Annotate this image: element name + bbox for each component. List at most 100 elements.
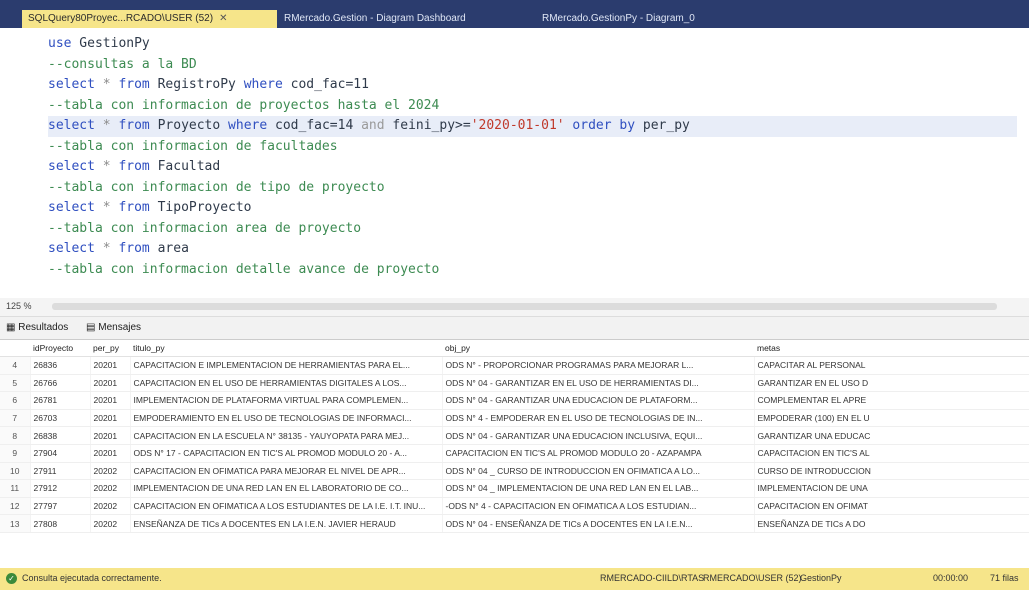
table-cell[interactable]: 26703 [30,409,91,428]
row-number[interactable]: 8 [0,426,31,445]
code-line[interactable]: --consultas a la BD [48,55,1017,76]
column-header[interactable]: idProyecto [30,340,90,357]
table-cell[interactable]: ODS N° 04 - GARANTIZAR EN EL USO DE HERR… [442,374,755,393]
table-row[interactable]: 6 26781 20201 IMPLEMENTACION DE PLATAFORMA … [0,391,1029,410]
table-cell[interactable]: 20202 [90,497,131,516]
tab-sql-query[interactable]: SQLQuery80Proyec...RCADO\USER (52) ✕ [22,10,277,28]
table-cell[interactable]: ENSEÑANZA DE TICs A DO [754,514,1029,533]
table-cell[interactable]: -ODS N° 4 - CAPACITACION EN OFIMATICA A … [442,497,755,516]
table-cell[interactable]: CAPACITACION EN OFIMATICA PARA MEJORAR E… [130,462,443,481]
table-cell[interactable]: ODS N° 04 - ENSEÑANZA DE TICs A DOCENTES… [442,514,755,533]
tab-messages[interactable]: ▤ Mensajes [86,321,141,335]
row-number[interactable]: 12 [0,497,31,516]
table-cell[interactable]: ODS N° 4 - EMPODERAR EN EL USO DE TECNOL… [442,409,755,428]
table-cell[interactable]: ENSEÑANZA DE TICs A DOCENTES EN LA I.E.N… [130,514,443,533]
table-cell[interactable]: 26781 [30,391,91,410]
code-line[interactable]: select * from Facultad [48,157,1017,178]
table-cell[interactable]: 20201 [90,426,131,445]
table-cell[interactable]: ODS N° 04 _ CURSO DE INTRODUCCION EN OFI… [442,462,755,481]
column-header[interactable]: per_py [90,340,130,357]
close-icon[interactable]: ✕ [219,13,227,24]
table-cell[interactable]: CAPACITACION EN OFIMATICA A LOS ESTUDIAN… [130,497,443,516]
table-row[interactable]: 5 26766 20201 CAPACITACION EN EL USO DE HER… [0,374,1029,393]
table-cell[interactable]: COMPLEMENTAR EL APRE [754,391,1029,410]
code-line[interactable]: use GestionPy [48,34,1017,55]
table-cell[interactable]: IMPLEMENTACION DE UNA RED LAN EN EL LABO… [130,479,443,498]
results-grid[interactable]: idProyecto per_py titulo_py obj_py metas 4 26… [0,340,1029,568]
tab-results[interactable]: ▦ Resultados [6,321,68,335]
table-row[interactable]: 12 27797 20202 CAPACITACION EN OFIMATICA A … [0,497,1029,516]
code-line[interactable]: --tabla con informacion area de proyecto [48,219,1017,240]
table-cell[interactable]: 27911 [30,462,91,481]
table-cell[interactable]: 26836 [30,356,91,375]
row-number[interactable]: 9 [0,444,31,463]
table-cell[interactable]: ODS N° 04 _ IMPLEMENTACION DE UNA RED LA… [442,479,755,498]
query-editor[interactable]: use GestionPy --consultas a la BD select *… [0,28,1029,299]
table-cell[interactable]: 27904 [30,444,91,463]
table-cell[interactable]: EMPODERAR (100) EN EL U [754,409,1029,428]
table-cell[interactable]: ODS N° 04 - GARANTIZAR UNA EDUCACION INC… [442,426,755,445]
row-number[interactable]: 4 [0,356,31,375]
table-row[interactable]: 9 27904 20201 ODS N° 17 - CAPACITACION EN T… [0,444,1029,463]
table-cell[interactable]: CAPACITACION EN TIC'S AL PROMOD MODULO 2… [442,444,755,463]
table-cell[interactable]: CAPACITACION E IMPLEMENTACION DE HERRAMI… [130,356,443,375]
code-line[interactable]: --tabla con informacion de proyectos has… [48,96,1017,117]
table-cell[interactable]: CURSO DE INTRODUCCION [754,462,1029,481]
code-line[interactable]: --tabla con informacion de facultades [48,137,1017,158]
column-header[interactable]: metas [754,340,1029,357]
table-cell[interactable]: IMPLEMENTACION DE PLATAFORMA VIRTUAL PAR… [130,391,443,410]
table-cell[interactable]: ODS N° - PROPORCIONAR PROGRAMAS PARA MEJ… [442,356,755,375]
horizontal-scrollbar[interactable] [52,303,997,310]
table-cell[interactable]: GARANTIZAR EN EL USO D [754,374,1029,393]
table-cell[interactable]: 27808 [30,514,91,533]
code-line[interactable]: --tabla con informacion detalle avance d… [48,260,1017,281]
row-number[interactable]: 7 [0,409,31,428]
table-row[interactable]: 4 26836 20201 CAPACITACION E IMPLEMENTACION… [0,356,1029,375]
table-cell[interactable]: CAPACITACION EN EL USO DE HERRAMIENTAS D… [130,374,443,393]
code-line[interactable]: select * from area [48,239,1017,260]
table-row[interactable]: 7 26703 20201 EMPODERAMIENTO EN EL USO DE T… [0,409,1029,428]
table-cell[interactable]: GARANTIZAR UNA EDUCAC [754,426,1029,445]
code-line[interactable]: select * from TipoProyecto [48,198,1017,219]
row-number[interactable]: 10 [0,462,31,481]
table-cell[interactable]: 20201 [90,356,131,375]
table-cell[interactable]: CAPACITAR AL PERSONAL [754,356,1029,375]
table-cell[interactable]: 20201 [90,409,131,428]
table-cell[interactable]: EMPODERAMIENTO EN EL USO DE TECNOLOGIAS … [130,409,443,428]
row-number[interactable]: 6 [0,391,31,410]
table-cell[interactable]: 20202 [90,462,131,481]
table-cell[interactable]: 20201 [90,444,131,463]
table-cell[interactable]: 20202 [90,514,131,533]
tab-diagram-dashboard[interactable]: RMercado.Gestion - Diagram Dashboard [278,10,528,28]
code-area[interactable]: use GestionPy --consultas a la BD select *… [48,34,1017,280]
row-number[interactable]: 5 [0,374,31,393]
table-cell[interactable]: CAPACITACION EN LA ESCUELA N° 38135 - YA… [130,426,443,445]
table-cell[interactable]: CAPACITACION EN OFIMAT [754,497,1029,516]
code-line[interactable]: --tabla con informacion de tipo de proye… [48,178,1017,199]
table-row[interactable]: 8 26838 20201 CAPACITACION EN LA ESCUELA N°… [0,426,1029,445]
tab-diagram-0[interactable]: RMercado.GestionPy - Diagram_0 [536,10,776,28]
table-cell[interactable]: ODS N° 04 - GARANTIZAR UNA EDUCACION DE … [442,391,755,410]
column-header[interactable] [0,340,30,357]
table-cell[interactable]: IMPLEMENTACION DE UNA [754,479,1029,498]
zoom-level[interactable]: 125 % [6,301,32,311]
table-row[interactable]: 10 27911 20202 CAPACITACION EN OFIMATICA PA… [0,462,1029,481]
table-cell[interactable]: 26838 [30,426,91,445]
code-line[interactable]: select * from RegistroPy where cod_fac=1… [48,75,1017,96]
column-header[interactable]: obj_py [442,340,754,357]
table-row[interactable]: 13 27808 20202 ENSEÑANZA DE TICs A DOCENTES… [0,514,1029,533]
column-header[interactable]: titulo_py [130,340,442,357]
table-cell[interactable]: 20202 [90,479,131,498]
row-number[interactable]: 13 [0,514,31,533]
table-cell[interactable]: ODS N° 17 - CAPACITACION EN TIC'S AL PRO… [130,444,443,463]
table-row[interactable]: 11 27912 20202 IMPLEMENTACION DE UNA RED LA… [0,479,1029,498]
code-token: --tabla con informacion de proyectos has… [48,97,440,113]
table-cell[interactable]: CAPACITACION EN TIC'S AL [754,444,1029,463]
table-cell[interactable]: 20201 [90,374,131,393]
table-cell[interactable]: 27912 [30,479,91,498]
table-cell[interactable]: 26766 [30,374,91,393]
table-cell[interactable]: 27797 [30,497,91,516]
code-line[interactable]: select * from Proyecto where cod_fac=14 … [48,116,1017,137]
table-cell[interactable]: 20201 [90,391,131,410]
row-number[interactable]: 11 [0,479,31,498]
